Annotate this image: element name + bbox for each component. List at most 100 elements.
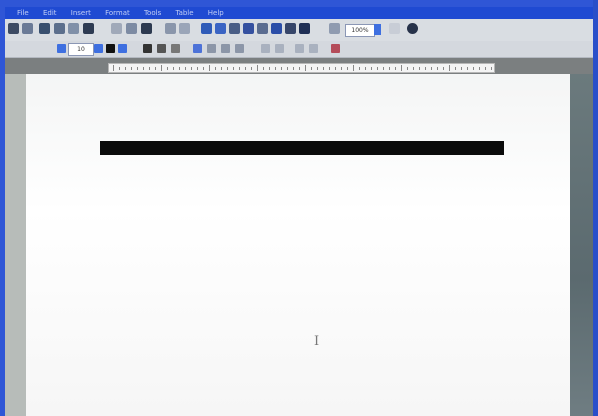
link-icon[interactable]: [201, 23, 212, 34]
find-icon[interactable]: [329, 23, 340, 34]
image-icon[interactable]: [229, 23, 240, 34]
ruler-tick: [167, 67, 168, 70]
save-icon[interactable]: [39, 23, 50, 34]
ruler-tick: [209, 65, 210, 71]
frame-icon[interactable]: [257, 23, 268, 34]
ruler-tick: [371, 67, 372, 70]
ruler-tick: [335, 67, 336, 70]
ruler-tick: [467, 67, 468, 70]
ruler-tick: [479, 67, 480, 70]
ruler-tick: [191, 67, 192, 70]
standard-toolbar: 100%: [5, 19, 593, 42]
help-icon[interactable]: [407, 23, 418, 34]
ruler-tick: [119, 67, 120, 70]
ruler-tick: [425, 67, 426, 70]
ruler-tick: [179, 67, 180, 70]
font-color-dropdown-button[interactable]: [118, 44, 127, 53]
nonprinting-chars-icon[interactable]: [389, 23, 400, 34]
navigator-icon[interactable]: [285, 23, 296, 34]
ruler-tick: [437, 67, 438, 70]
ruler-tick: [155, 67, 156, 70]
numbered-list-icon[interactable]: [261, 44, 270, 53]
menu-help[interactable]: Help: [208, 7, 224, 19]
right-workspace-margin: [570, 74, 593, 416]
ruler-tick: [329, 67, 330, 70]
open-icon[interactable]: [22, 23, 33, 34]
undo-icon[interactable]: [165, 23, 176, 34]
align-right-icon[interactable]: [221, 44, 230, 53]
ruler-tick: [125, 67, 126, 70]
ruler-tick: [443, 67, 444, 70]
new-icon[interactable]: [8, 23, 19, 34]
align-center-icon[interactable]: [207, 44, 216, 53]
highlight-icon[interactable]: [331, 44, 340, 53]
underline-icon[interactable]: [171, 44, 180, 53]
ruler-tick: [131, 67, 132, 70]
spellcheck-icon[interactable]: [83, 23, 94, 34]
ruler-tick: [413, 67, 414, 70]
ruler-tick: [407, 67, 408, 70]
zoom-field[interactable]: 100%: [345, 24, 375, 37]
ruler-tick: [455, 67, 456, 70]
ruler-tick: [377, 67, 378, 70]
ruler-tick: [347, 67, 348, 70]
ruler-tick: [245, 67, 246, 70]
document-page[interactable]: [26, 74, 573, 416]
chart-icon[interactable]: [243, 23, 254, 34]
ruler-tick: [341, 67, 342, 70]
preview-icon[interactable]: [68, 23, 79, 34]
black-bar-shape[interactable]: [100, 141, 504, 155]
ruler-tick: [485, 67, 486, 70]
menu-file[interactable]: File: [17, 7, 29, 19]
bold-icon[interactable]: [143, 44, 152, 53]
word-processor-window: File Edit Insert Format Tools Table Help…: [0, 0, 598, 416]
ruler-tick: [263, 67, 264, 70]
ruler-tick: [239, 67, 240, 70]
ruler-tick: [221, 67, 222, 70]
menu-bar: File Edit Insert Format Tools Table Help: [5, 7, 593, 19]
print-icon[interactable]: [54, 23, 65, 34]
menu-format[interactable]: Format: [105, 7, 130, 19]
ruler-tick: [161, 65, 162, 71]
table-icon[interactable]: [215, 23, 226, 34]
zoom-dropdown-button[interactable]: [374, 24, 381, 35]
ruler-tick: [251, 67, 252, 70]
ruler-tick: [389, 67, 390, 70]
ruler-tick: [227, 67, 228, 70]
font-color-icon[interactable]: [106, 44, 115, 53]
ruler-tick: [383, 67, 384, 70]
increase-indent-icon[interactable]: [309, 44, 318, 53]
redo-icon[interactable]: [179, 23, 190, 34]
ruler-tick: [197, 67, 198, 70]
align-left-icon[interactable]: [193, 44, 202, 53]
cut-icon[interactable]: [111, 23, 122, 34]
font-size-dropdown-button[interactable]: [94, 44, 103, 53]
menu-tools[interactable]: Tools: [144, 7, 161, 19]
bullet-list-icon[interactable]: [275, 44, 284, 53]
styles-icon[interactable]: [299, 23, 310, 34]
justify-icon[interactable]: [235, 44, 244, 53]
ruler-tick: [491, 67, 492, 70]
menu-table[interactable]: Table: [175, 7, 193, 19]
ruler-tick: [323, 67, 324, 70]
ruler-tick: [401, 65, 402, 71]
draw-icon[interactable]: [271, 23, 282, 34]
ruler-tick: [305, 65, 306, 71]
ruler-tick: [173, 67, 174, 70]
ruler-tick: [317, 67, 318, 70]
font-name-dropdown-button[interactable]: [57, 44, 66, 53]
copy-icon[interactable]: [126, 23, 137, 34]
paste-icon[interactable]: [141, 23, 152, 34]
ruler-tick: [419, 67, 420, 70]
ruler-tick: [185, 67, 186, 70]
menu-insert[interactable]: Insert: [71, 7, 91, 19]
ruler-tick: [257, 65, 258, 71]
formatting-toolbar: 10: [5, 41, 593, 58]
decrease-indent-icon[interactable]: [295, 44, 304, 53]
horizontal-ruler[interactable]: [108, 63, 495, 73]
italic-icon[interactable]: [157, 44, 166, 53]
ruler-tick: [473, 67, 474, 70]
text-cursor-icon: I: [314, 334, 320, 349]
font-size-field[interactable]: 10: [68, 43, 94, 56]
menu-edit[interactable]: Edit: [43, 7, 57, 19]
